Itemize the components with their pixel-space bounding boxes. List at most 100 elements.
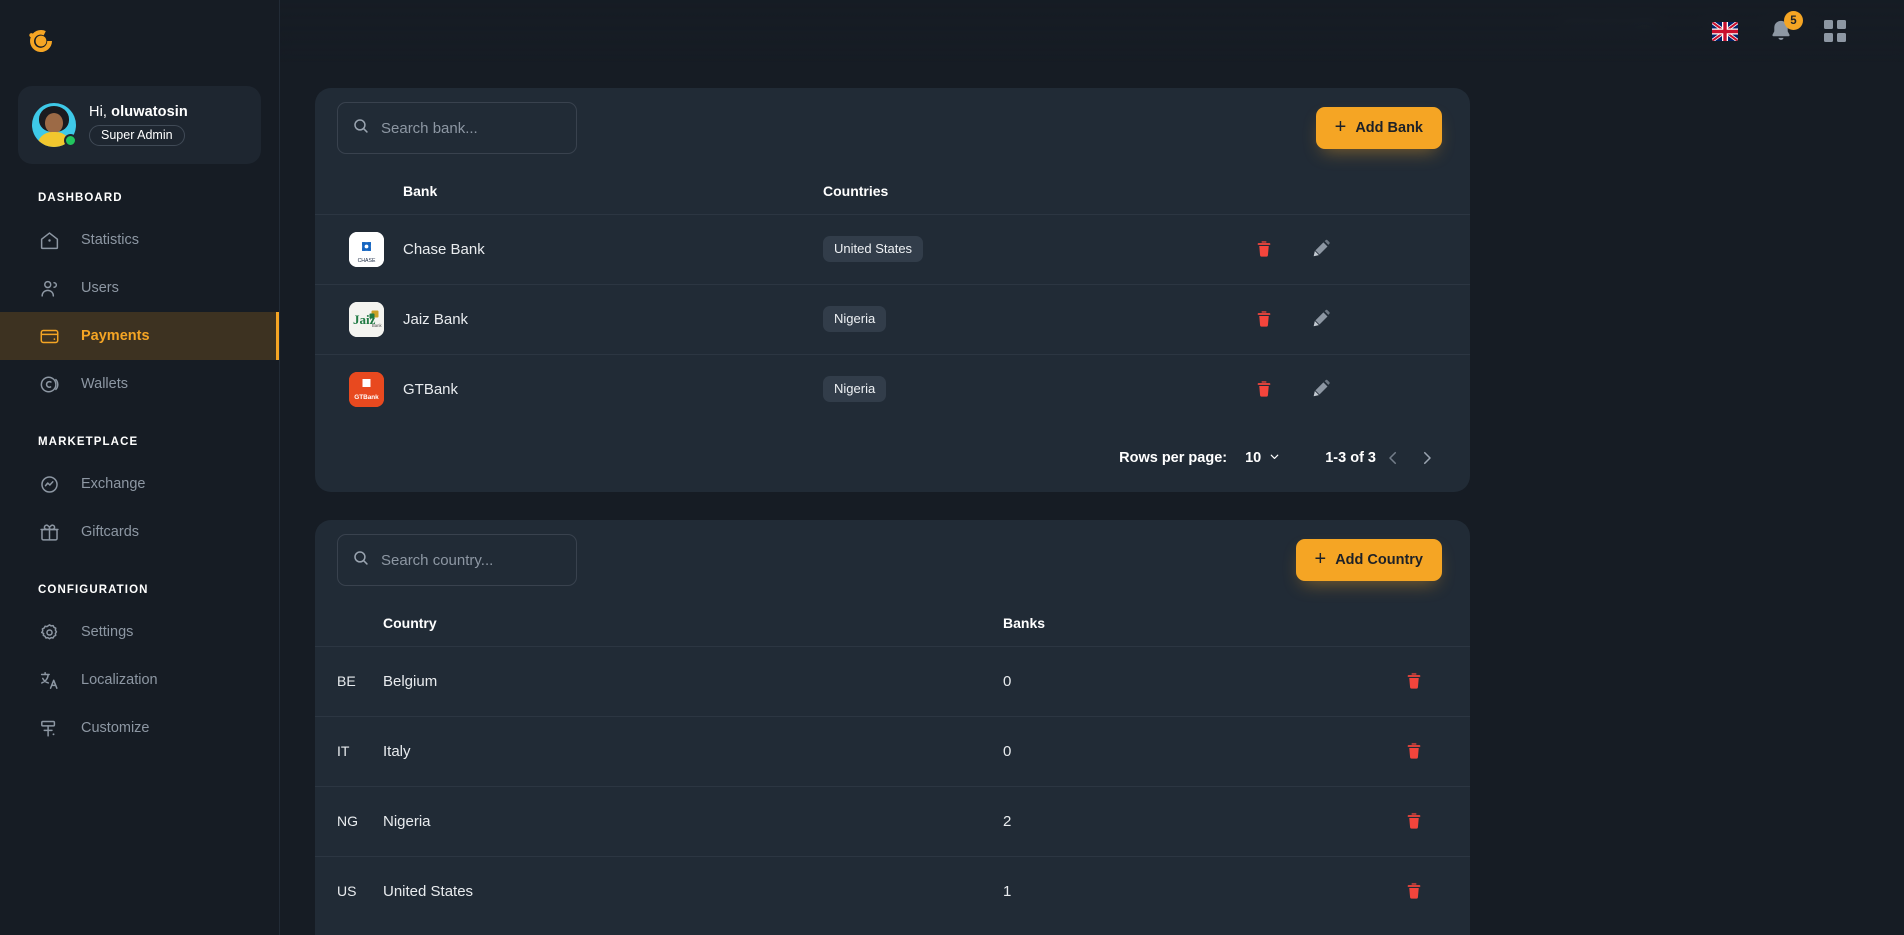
gift-icon xyxy=(38,521,60,543)
table-row[interactable]: NG Nigeria 2 xyxy=(315,785,1470,856)
add-bank-button[interactable]: + Add Bank xyxy=(1315,107,1442,149)
delete-bank-button[interactable] xyxy=(1253,378,1275,400)
app-logo[interactable] xyxy=(0,0,279,86)
country-chip: Nigeria xyxy=(823,306,887,332)
next-page-button[interactable] xyxy=(1410,441,1444,475)
nav-section-configuration-label: CONFIGURATION xyxy=(38,584,149,596)
notification-count-badge: 5 xyxy=(1784,11,1803,30)
delete-country-button[interactable] xyxy=(1403,880,1425,902)
nav-section-dashboard-label: DASHBOARD xyxy=(38,192,123,204)
grid-apps-icon[interactable] xyxy=(1824,20,1846,42)
sidebar-item-exchange[interactable]: Exchange xyxy=(0,460,279,508)
table-row[interactable]: GTBank GTBank Nigeria xyxy=(315,353,1470,424)
paint-roller-icon xyxy=(38,717,60,739)
bank-country-cell: Nigeria xyxy=(823,283,1253,354)
home-icon xyxy=(38,229,60,251)
sidebar-item-users[interactable]: Users xyxy=(0,264,279,312)
sidebar-item-payments[interactable]: Payments xyxy=(0,312,279,360)
col-blank xyxy=(315,168,403,214)
sidebar-item-wallets[interactable]: Wallets xyxy=(0,360,279,408)
bank-name: Chase Bank xyxy=(403,213,823,284)
main-content: Rows per page: 10 1-1 of 1 5 xyxy=(280,0,1904,935)
trash-icon xyxy=(1257,381,1271,397)
trash-icon xyxy=(1407,743,1421,759)
pencil-icon xyxy=(1313,380,1330,397)
banks-card-header: + Add Bank xyxy=(315,88,1470,168)
sidebar-item-localization[interactable]: Localization xyxy=(0,656,279,704)
previous-page-button[interactable] xyxy=(1376,441,1410,475)
chevron-right-icon xyxy=(1423,451,1431,465)
plus-icon: + xyxy=(1314,548,1327,570)
search-input[interactable] xyxy=(381,551,562,569)
bank-actions-cell xyxy=(1253,353,1470,424)
profile-greeting: Hi, oluwatosin xyxy=(89,104,188,120)
topbar: 5 xyxy=(280,0,1904,62)
delete-bank-button[interactable] xyxy=(1253,238,1275,260)
bank-country-cell: United States xyxy=(823,213,1253,284)
edit-bank-button[interactable] xyxy=(1310,238,1332,260)
svg-text:GTBank: GTBank xyxy=(354,394,379,401)
banks-card: + Add Bank Bank Countries xyxy=(315,88,1470,492)
scroll-area[interactable]: + Add Bank Bank Countries xyxy=(280,0,1904,935)
bank-logo-cell: CHASE xyxy=(315,213,403,284)
nav-section-marketplace-label: MARKETPLACE xyxy=(38,436,139,448)
col-country: Country xyxy=(383,614,437,631)
trash-icon xyxy=(1257,241,1271,257)
avatar xyxy=(32,103,77,147)
country-code: US xyxy=(315,855,383,926)
table-row[interactable]: CHASE Chase Bank United States xyxy=(315,213,1470,284)
crypto-c-logo-icon xyxy=(22,22,60,60)
add-bank-label: Add Bank xyxy=(1355,120,1423,136)
col-banks: Banks xyxy=(1003,614,1046,631)
sidebar-item-label: Giftcards xyxy=(81,524,140,540)
profile-username: oluwatosin xyxy=(111,104,188,120)
online-status-dot-icon xyxy=(64,134,77,147)
country-chip: Nigeria xyxy=(823,376,887,403)
sidebar-item-statistics[interactable]: Statistics xyxy=(0,216,279,264)
edit-bank-button[interactable] xyxy=(1310,378,1332,400)
banks-table-header-row: Bank Countries xyxy=(315,168,1470,214)
sidebar-item-giftcards[interactable]: Giftcards xyxy=(0,508,279,556)
plus-icon: + xyxy=(1334,116,1347,138)
delete-country-button[interactable] xyxy=(1403,740,1425,762)
svg-text:CHASE: CHASE xyxy=(358,258,376,264)
country-code: IT xyxy=(315,715,383,786)
rows-per-page-label: Rows per page: xyxy=(1119,450,1228,466)
status-badge: Super Admin xyxy=(89,125,185,146)
sidebar-item-settings[interactable]: Settings xyxy=(0,608,279,656)
table-row[interactable]: Jaiz Bank Jaiz Bank Nigeria xyxy=(315,283,1470,354)
bank-search-box[interactable] xyxy=(337,102,577,154)
country-code: BE xyxy=(315,645,383,716)
sidebar-item-label: Exchange xyxy=(81,476,146,492)
greeting-prefix: Hi, xyxy=(89,104,112,120)
profile-card[interactable]: Hi, oluwatosin Super Admin xyxy=(18,86,261,164)
bank-country-cell: Nigeria xyxy=(823,353,1253,424)
sidebar-item-customize[interactable]: Customize xyxy=(0,704,279,752)
uk-flag-icon[interactable] xyxy=(1712,21,1738,41)
rows-per-page-select[interactable]: 10 xyxy=(1245,450,1281,467)
country-search-box[interactable] xyxy=(337,534,577,586)
search-input[interactable] xyxy=(381,119,562,137)
jaiz-bank-logo-icon: Jaiz Bank xyxy=(349,301,384,337)
add-country-button[interactable]: + Add Country xyxy=(1295,539,1442,581)
table-row[interactable]: IT Italy 0 xyxy=(315,715,1470,786)
delete-bank-button[interactable] xyxy=(1253,308,1275,330)
sidebar-item-label: Payments xyxy=(81,328,150,344)
table-row[interactable]: BE Belgium 0 xyxy=(315,645,1470,716)
col-countries: Countries xyxy=(823,182,889,199)
rows-per-page-value: 10 xyxy=(1245,450,1262,466)
chase-bank-logo-icon: CHASE xyxy=(349,231,384,267)
table-row[interactable]: US United States 1 xyxy=(315,855,1470,926)
add-country-label: Add Country xyxy=(1335,552,1423,568)
bank-logo-cell: GTBank xyxy=(315,353,403,424)
search-icon xyxy=(352,117,370,140)
notifications-button[interactable]: 5 xyxy=(1768,11,1803,44)
col-blank xyxy=(315,600,383,646)
delete-country-button[interactable] xyxy=(1403,810,1425,832)
country-actions-cell xyxy=(1403,785,1470,856)
delete-country-button[interactable] xyxy=(1403,670,1425,692)
trash-icon xyxy=(1407,813,1421,829)
trash-icon xyxy=(1407,883,1421,899)
sidebar-item-label: Users xyxy=(81,280,119,296)
edit-bank-button[interactable] xyxy=(1310,308,1332,330)
